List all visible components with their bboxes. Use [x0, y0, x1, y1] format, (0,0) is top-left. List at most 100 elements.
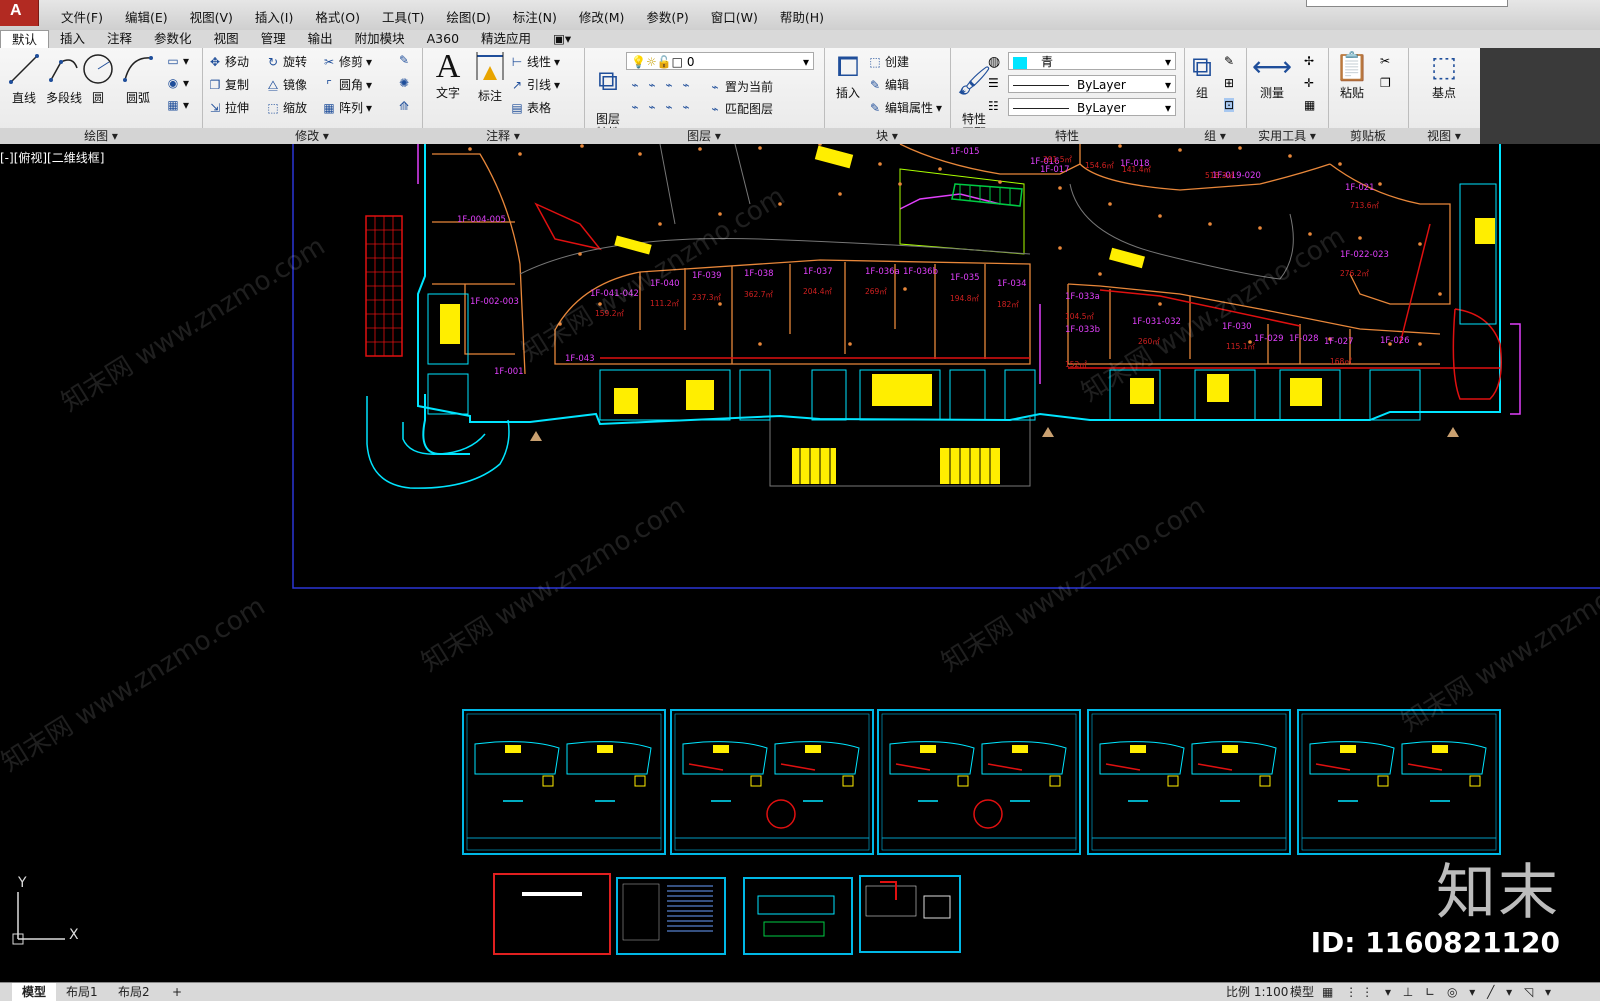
group-button[interactable]: ⧉ 组	[1184, 50, 1220, 101]
base-point-button[interactable]: ⬚ 基点	[1420, 50, 1468, 101]
menu-item[interactable]: 编辑(E)	[114, 7, 179, 26]
hatch-button[interactable]: ◉ ▾	[166, 76, 189, 90]
move-button[interactable]: ✥ 移动	[208, 53, 249, 70]
layer-dropdown[interactable]: 💡☼🔓□ 0 ▾	[626, 52, 814, 70]
ribbon-tab[interactable]: 视图	[203, 30, 250, 48]
paste-button[interactable]: 📋 粘贴	[1328, 50, 1376, 101]
fillet-button[interactable]: ⌜ 圆角 ▾	[322, 76, 372, 93]
ribbon-tab[interactable]: 输出	[297, 30, 344, 48]
ribbon-tab[interactable]: 附加模块	[344, 30, 416, 48]
drawing-viewport[interactable]: [-][俯视][二维线框] 1F-015 1F-016 1F-017 1F-01…	[0, 144, 1600, 982]
model-space-toggle[interactable]: 模型	[1290, 983, 1314, 1001]
quick-select-icon[interactable]: ✢	[1304, 54, 1314, 68]
menu-item[interactable]: 帮助(H)	[769, 7, 835, 26]
set-current-button[interactable]: ⌁ 置为当前	[708, 78, 773, 95]
menu-item[interactable]: 窗口(W)	[700, 7, 769, 26]
add-layout-button[interactable]: +	[162, 983, 192, 1001]
clipboard-panel-title[interactable]: 剪贴板	[1328, 128, 1408, 144]
pencil-icon: ✎	[398, 53, 410, 67]
ribbon-tab[interactable]: 参数化	[143, 30, 203, 48]
tab-model[interactable]: 模型	[12, 983, 57, 1001]
menu-item[interactable]: 插入(I)	[244, 7, 304, 26]
edit-block-button[interactable]: ✎ 编辑	[868, 76, 909, 93]
copy-button[interactable]: ❐ 复制	[208, 76, 249, 93]
menu-item[interactable]: 标注(N)	[502, 7, 568, 26]
stretch-button[interactable]: ⇲ 拉伸	[208, 99, 249, 116]
rotate-button[interactable]: ↻ 旋转	[266, 53, 307, 70]
cut-icon[interactable]: ✂	[1380, 54, 1390, 68]
copy-clip-icon[interactable]: ❐	[1380, 76, 1391, 90]
sheet-thumbnail-small[interactable]	[493, 873, 611, 955]
app-logo-icon[interactable]: A	[0, 0, 39, 26]
properties-panel-title[interactable]: 特性	[950, 128, 1184, 144]
sheet-thumbnail[interactable]	[462, 709, 666, 855]
table-button[interactable]: ▤ 表格	[510, 99, 551, 116]
scale-button[interactable]: ⬚ 缩放	[266, 99, 307, 116]
insert-button[interactable]: ⧠ 插入	[824, 50, 872, 101]
linetype-dropdown[interactable]: ByLayer ▾	[1008, 75, 1176, 93]
menu-item[interactable]: 绘图(D)	[435, 7, 501, 26]
arc-button[interactable]: 圆弧	[114, 52, 162, 106]
sheet-thumbnail-small[interactable]	[859, 875, 961, 953]
modify-panel-title[interactable]: 修改 ▾	[202, 128, 422, 144]
ribbon-tab[interactable]: 注释	[96, 30, 143, 48]
id-point-icon[interactable]: ✛	[1304, 76, 1314, 90]
ribbon-tab[interactable]: 精选应用	[470, 30, 542, 48]
sheet-thumbnail[interactable]	[877, 709, 1081, 855]
sheet-thumbnail-small[interactable]	[743, 877, 853, 955]
annotation-panel-title[interactable]: 注释 ▾	[422, 128, 584, 144]
edit-attributes-button[interactable]: ✎ 编辑属性 ▾	[868, 99, 942, 116]
linear-button[interactable]: ⊢ 线性 ▾	[510, 53, 560, 70]
lineweight-dropdown[interactable]: ByLayer ▾	[1008, 98, 1176, 116]
ribbon-tab[interactable]: 管理	[250, 30, 297, 48]
menu-item[interactable]: 修改(M)	[568, 7, 636, 26]
group-panel-title[interactable]: 组 ▾	[1184, 128, 1246, 144]
ribbon-tab[interactable]: 默认	[0, 29, 50, 49]
measure-button[interactable]: ⟷ 测量	[1248, 50, 1296, 101]
status-tools-icons[interactable]: ▦ ⋮⋮ ▾ ⊥ ∟ ◎ ▾ ╱ ▾ ◹ ▾	[1322, 983, 1555, 1001]
ribbon-tab[interactable]: ▣▾	[542, 30, 582, 48]
match-layer-button[interactable]: ⌁ 匹配图层	[708, 100, 773, 117]
ribbon-tab[interactable]: A360	[416, 30, 470, 48]
sheet-thumbnail[interactable]	[670, 709, 874, 855]
sheet-thumbnail[interactable]	[1087, 709, 1291, 855]
tab-layout2[interactable]: 布局2	[108, 983, 160, 1001]
mirror-button[interactable]: ⧋ 镜像	[266, 76, 307, 93]
menu-item[interactable]: 参数(P)	[635, 7, 699, 26]
trim-button[interactable]: ✂ 修剪 ▾	[322, 53, 372, 70]
ungroup-icon[interactable]: ✎	[1224, 54, 1234, 68]
ribbon-tab[interactable]: 插入	[49, 30, 96, 48]
block-panel-title[interactable]: 块 ▾	[824, 128, 950, 144]
text-button[interactable]: A 文字	[424, 50, 472, 101]
group-select-icon[interactable]: ⊡	[1224, 98, 1235, 112]
array-button[interactable]: ▦ 阵列 ▾	[322, 99, 372, 116]
tab-layout1[interactable]: 布局1	[56, 983, 108, 1001]
column-dot	[1108, 202, 1112, 206]
leader-button[interactable]: ↗ 引线 ▾	[510, 76, 560, 93]
create-block-button[interactable]: ⬚ 创建	[868, 53, 909, 70]
view-panel-title[interactable]: 视图 ▾	[1408, 128, 1480, 144]
layers-panel-title[interactable]: 图层 ▾	[584, 128, 824, 144]
layer-tools-row2[interactable]: ⌁ ⌁ ⌁ ⌁	[628, 100, 693, 114]
dimension-button[interactable]: 标注	[466, 50, 514, 104]
layer-tools-row1[interactable]: ⌁ ⌁ ⌁ ⌁	[628, 78, 693, 92]
menu-item[interactable]: 工具(T)	[371, 7, 435, 26]
room-label: 1F-030	[1222, 322, 1252, 332]
group-edit-icon[interactable]: ⊞	[1224, 76, 1234, 90]
explode-button[interactable]: ✺	[397, 76, 411, 90]
menu-item[interactable]: 格式(O)	[304, 7, 371, 26]
menu-item[interactable]: 视图(V)	[179, 7, 244, 26]
menu-item[interactable]: 文件(F)	[50, 7, 114, 26]
draw-panel-title[interactable]: 绘图 ▾	[0, 128, 202, 144]
calculator-icon[interactable]: ▦	[1304, 98, 1315, 112]
sheet-thumbnail-small[interactable]	[616, 877, 726, 955]
draw-order-button[interactable]: ✎	[397, 53, 411, 67]
scale-indicator[interactable]: 比例 1:100	[1226, 983, 1288, 1001]
search-input[interactable]	[1306, 0, 1508, 7]
rectangle-button[interactable]: ▭ ▾	[166, 54, 189, 68]
color-dropdown[interactable]: 青 ▾	[1008, 52, 1176, 70]
offset-button[interactable]: ⟰	[397, 99, 411, 113]
region-button[interactable]: ▦ ▾	[166, 98, 189, 112]
sheet-thumbnail[interactable]	[1297, 709, 1501, 855]
utilities-panel-title[interactable]: 实用工具 ▾	[1246, 128, 1328, 144]
